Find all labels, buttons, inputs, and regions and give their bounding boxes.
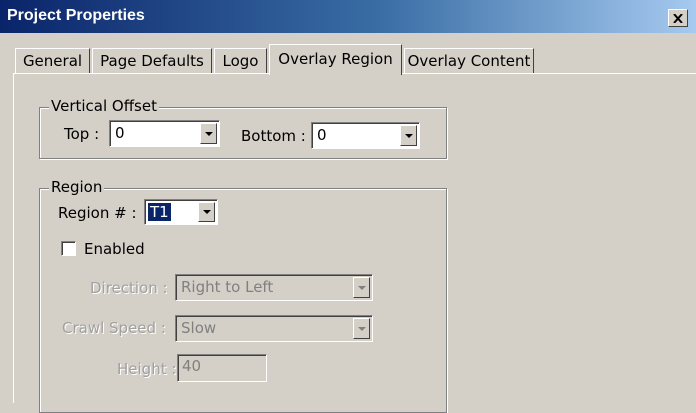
crawl-speed-select[interactable]: Slow [175,315,373,342]
chevron-down-icon [202,210,211,214]
chevron-down-icon [357,326,366,331]
region-legend: Region [49,178,105,196]
tab-logo[interactable]: Logo [214,48,267,73]
top-label: Top : [64,125,100,143]
crawl-speed-value: Slow [181,319,217,337]
direction-value: Right to Left [181,278,274,296]
crawl-speed-dropdown-button[interactable] [353,318,370,339]
bottom-label: Bottom : [241,127,306,145]
tab-label: General [22,52,83,70]
bottom-dropdown-button[interactable] [400,125,417,146]
chevron-down-icon [204,131,213,136]
chevron-down-icon [404,133,413,138]
tab-label: Logo [222,52,259,70]
tab-label: Page Defaults [100,52,204,70]
top-dropdown-button[interactable] [200,123,217,144]
bottom-value: 0 [317,126,327,144]
tab-page-defaults[interactable]: Page Defaults [92,48,212,73]
region-number-label: Region # : [58,204,137,222]
height-input[interactable]: 40 [177,354,267,382]
window-title: Project Properties [7,7,145,24]
enabled-label: Enabled [84,240,145,258]
top-value: 0 [115,124,125,142]
region-number-value: T1 [148,203,171,221]
tab-label: Overlay Region [278,50,393,68]
tab-overlay-content[interactable]: Overlay Content [404,48,534,73]
bottom-select[interactable]: 0 [311,122,420,149]
close-button[interactable] [668,9,688,27]
title-bar[interactable]: Project Properties [0,0,696,33]
tab-overlay-region[interactable]: Overlay Region [269,44,402,75]
top-select[interactable]: 0 [109,120,220,147]
region-number-dropdown-button[interactable] [198,202,215,222]
direction-label: Direction : [90,279,168,297]
overlay-region-panel: Vertical Offset Top : 0 Bottom : 0 Regio… [13,73,696,413]
region-number-select[interactable]: T1 [144,199,218,225]
close-icon [673,13,683,23]
direction-dropdown-button[interactable] [353,277,370,298]
crawl-speed-label: Crawl Speed : [62,319,166,337]
vertical-offset-legend: Vertical Offset [49,97,159,115]
height-label: Height : [117,360,177,378]
enabled-checkbox[interactable] [61,241,76,256]
height-value: 40 [182,357,202,375]
tab-general[interactable]: General [15,48,90,73]
tab-label: Overlay Content [407,52,531,70]
chevron-down-icon [357,285,366,290]
direction-select[interactable]: Right to Left [175,274,373,301]
